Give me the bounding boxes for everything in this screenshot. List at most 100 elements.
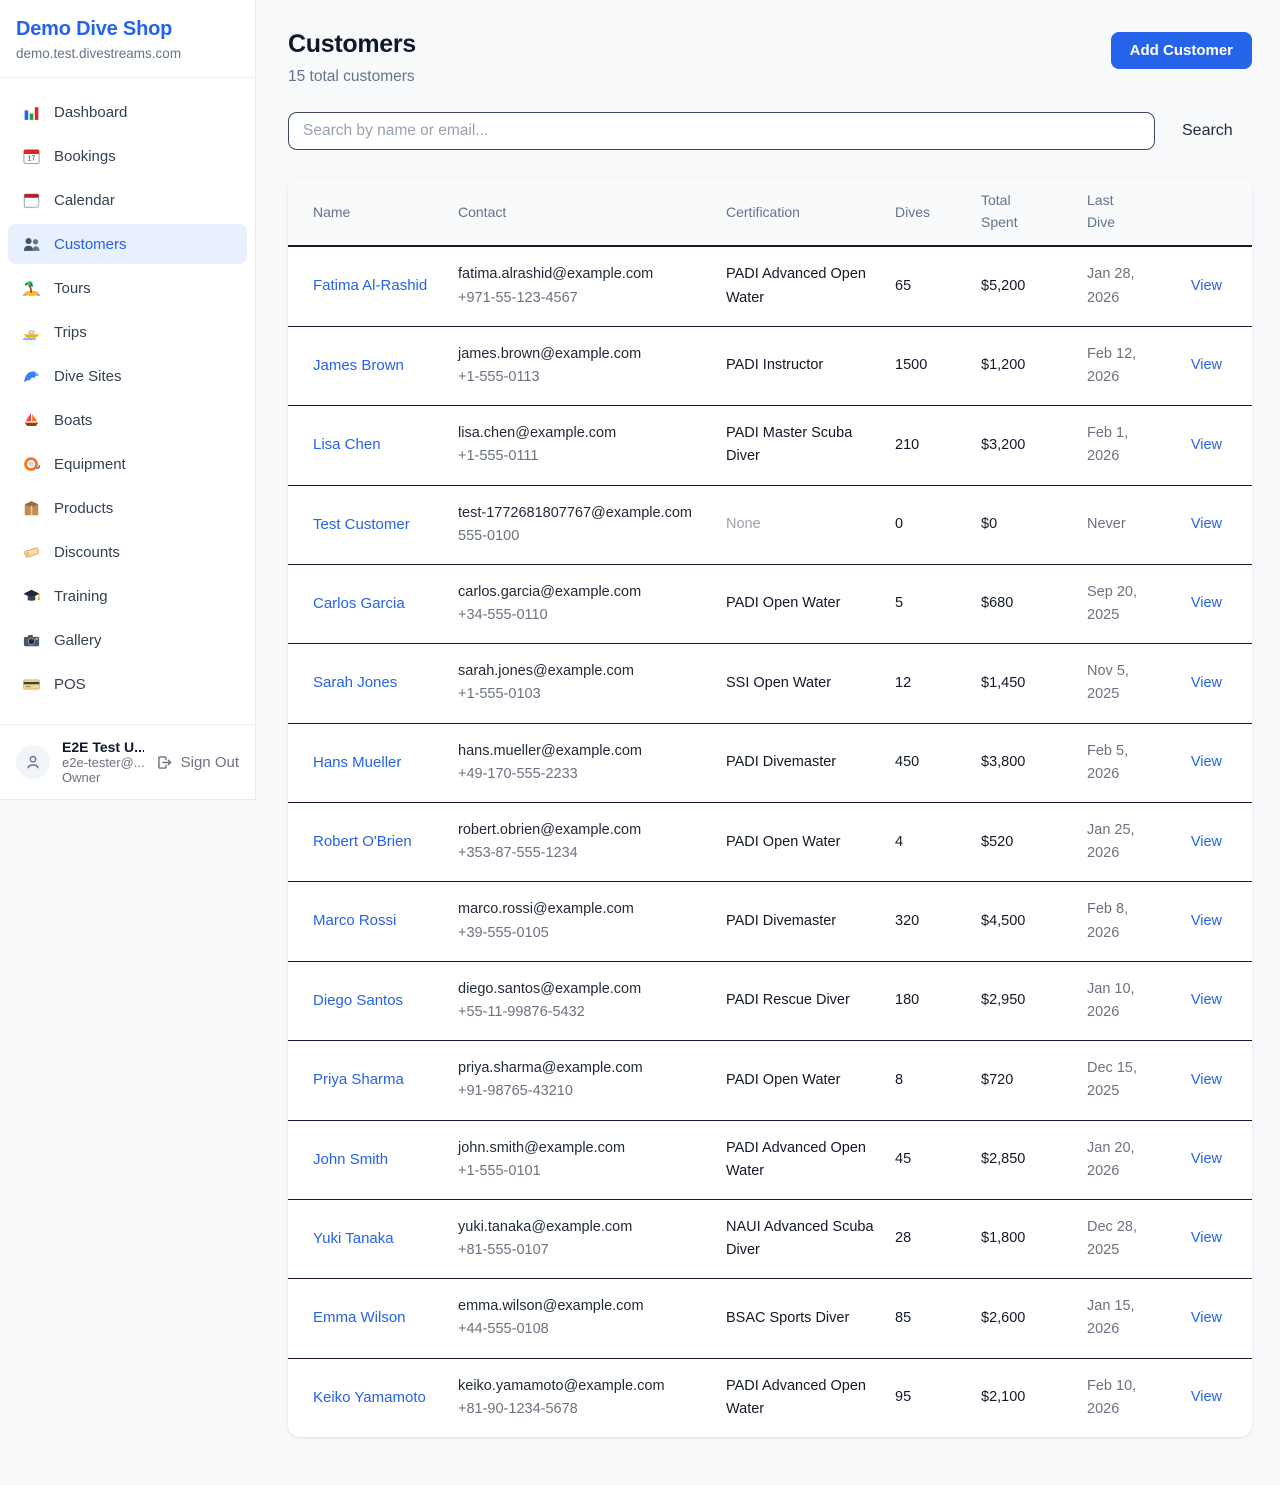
customer-dives: 450 [895,723,981,802]
customer-dives: 4 [895,803,981,882]
table-row: Marco Rossi marco.rossi@example.com +39-… [288,882,1252,961]
sign-out-button[interactable]: Sign Out [156,754,239,771]
total-customers-count: 15 total customers [288,68,416,86]
shop-domain: demo.test.divestreams.com [16,46,239,61]
view-link[interactable]: View [1191,1310,1222,1326]
table-row: John Smith john.smith@example.com +1-555… [288,1120,1252,1199]
customer-name-link[interactable]: Carlos Garcia [313,595,405,612]
customer-phone: +353-87-555-1234 [458,842,710,865]
search-button[interactable]: Search [1182,122,1233,140]
column-header: Name [288,178,458,246]
sidebar-item-discounts[interactable]: Discounts [8,532,247,572]
view-link[interactable]: View [1191,357,1222,373]
svg-text:17: 17 [28,155,36,162]
view-link[interactable]: View [1191,754,1222,770]
table-row: Yuki Tanaka yuki.tanaka@example.com +81-… [288,1199,1252,1278]
customer-email: diego.santos@example.com [458,978,710,1001]
customer-name-link[interactable]: Fatima Al-Rashid [313,277,427,294]
sidebar-nav: Dashboard 17 Bookings Calendar Customers… [0,78,255,724]
calendar-icon [22,191,41,210]
customer-dives: 85 [895,1279,981,1358]
customer-total-spent: $680 [981,564,1087,643]
tag-icon [22,543,41,562]
view-link[interactable]: View [1191,675,1222,691]
customer-email: lisa.chen@example.com [458,422,710,445]
customer-total-spent: $1,200 [981,326,1087,405]
sidebar-item-pos[interactable]: POS [8,664,247,704]
add-customer-button[interactable]: Add Customer [1111,32,1252,69]
customer-phone: +1-555-0103 [458,683,710,706]
sidebar-item-calendar[interactable]: Calendar [8,180,247,220]
sidebar-item-equipment[interactable]: Equipment [8,444,247,484]
customer-name-link[interactable]: John Smith [313,1151,388,1168]
customer-name-link[interactable]: Lisa Chen [313,436,381,453]
customer-name-link[interactable]: Yuki Tanaka [313,1230,394,1247]
customer-certification: None [726,485,895,564]
sidebar-item-bookings[interactable]: 17 Bookings [8,136,247,176]
customer-last-dive: Nov 5, 2025 [1087,644,1172,723]
sidebar-item-gallery[interactable]: Gallery [8,620,247,660]
customer-name-link[interactable]: Keiko Yamamoto [313,1389,426,1406]
customer-dives: 65 [895,246,981,326]
search-input[interactable] [288,112,1155,150]
customer-name-link[interactable]: Test Customer [313,516,410,533]
view-link[interactable]: View [1191,595,1222,611]
user-name: E2E Test U... [62,739,144,755]
view-link[interactable]: View [1191,437,1222,453]
customer-email: priya.sharma@example.com [458,1057,710,1080]
view-link[interactable]: View [1191,1072,1222,1088]
customer-email: marco.rossi@example.com [458,898,710,921]
sidebar-item-boats[interactable]: Boats [8,400,247,440]
customer-last-dive: Sep 20, 2025 [1087,564,1172,643]
user-role: Owner [62,770,144,785]
column-header: Last Dive [1087,178,1172,246]
sidebar-item-training[interactable]: Training [8,576,247,616]
customer-certification: PADI Advanced Open Water [726,1358,895,1437]
view-link[interactable]: View [1191,1151,1222,1167]
package-icon [22,499,41,518]
view-link[interactable]: View [1191,1389,1222,1405]
customer-name-link[interactable]: Diego Santos [313,992,403,1009]
sidebar-item-customers[interactable]: Customers [8,224,247,264]
customer-name-link[interactable]: Sarah Jones [313,674,397,691]
customer-phone: +34-555-0110 [458,604,710,627]
table-row: Test Customer test-1772681807767@example… [288,485,1252,564]
customer-name-link[interactable]: Emma Wilson [313,1309,406,1326]
view-link[interactable]: View [1191,516,1222,532]
customer-total-spent: $1,450 [981,644,1087,723]
customer-dives: 8 [895,1041,981,1120]
sidebar-item-products[interactable]: Products [8,488,247,528]
customer-name-link[interactable]: Priya Sharma [313,1071,404,1088]
customer-phone: +91-98765-43210 [458,1080,710,1103]
view-link[interactable]: View [1191,992,1222,1008]
sidebar-item-dive-sites[interactable]: Dive Sites [8,356,247,396]
customer-last-dive: Jan 20, 2026 [1087,1120,1172,1199]
customer-dives: 1500 [895,326,981,405]
view-link[interactable]: View [1191,834,1222,850]
island-icon [22,279,41,298]
customer-name-link[interactable]: James Brown [313,357,404,374]
customer-phone: +971-55-123-4567 [458,287,710,310]
sidebar-item-tours[interactable]: Tours [8,268,247,308]
customer-dives: 95 [895,1358,981,1437]
customer-total-spent: $5,200 [981,246,1087,326]
view-link[interactable]: View [1191,913,1222,929]
customer-certification: PADI Instructor [726,326,895,405]
logout-icon [156,754,173,771]
customer-name-link[interactable]: Robert O'Brien [313,833,412,850]
customer-email: sarah.jones@example.com [458,660,710,683]
bookings-calendar-icon: 17 [22,147,41,166]
customer-name-link[interactable]: Hans Mueller [313,754,401,771]
sidebar-item-trips[interactable]: Trips [8,312,247,352]
customer-certification: BSAC Sports Diver [726,1279,895,1358]
sidebar-item-dashboard[interactable]: Dashboard [8,92,247,132]
customer-email: john.smith@example.com [458,1137,710,1160]
customer-phone: +49-170-555-2233 [458,763,710,786]
view-link[interactable]: View [1191,1230,1222,1246]
customer-total-spent: $0 [981,485,1087,564]
customer-phone: +1-555-0101 [458,1160,710,1183]
customer-name-link[interactable]: Marco Rossi [313,912,396,929]
customer-last-dive: Dec 28, 2025 [1087,1199,1172,1278]
view-link[interactable]: View [1191,278,1222,294]
customer-total-spent: $2,600 [981,1279,1087,1358]
